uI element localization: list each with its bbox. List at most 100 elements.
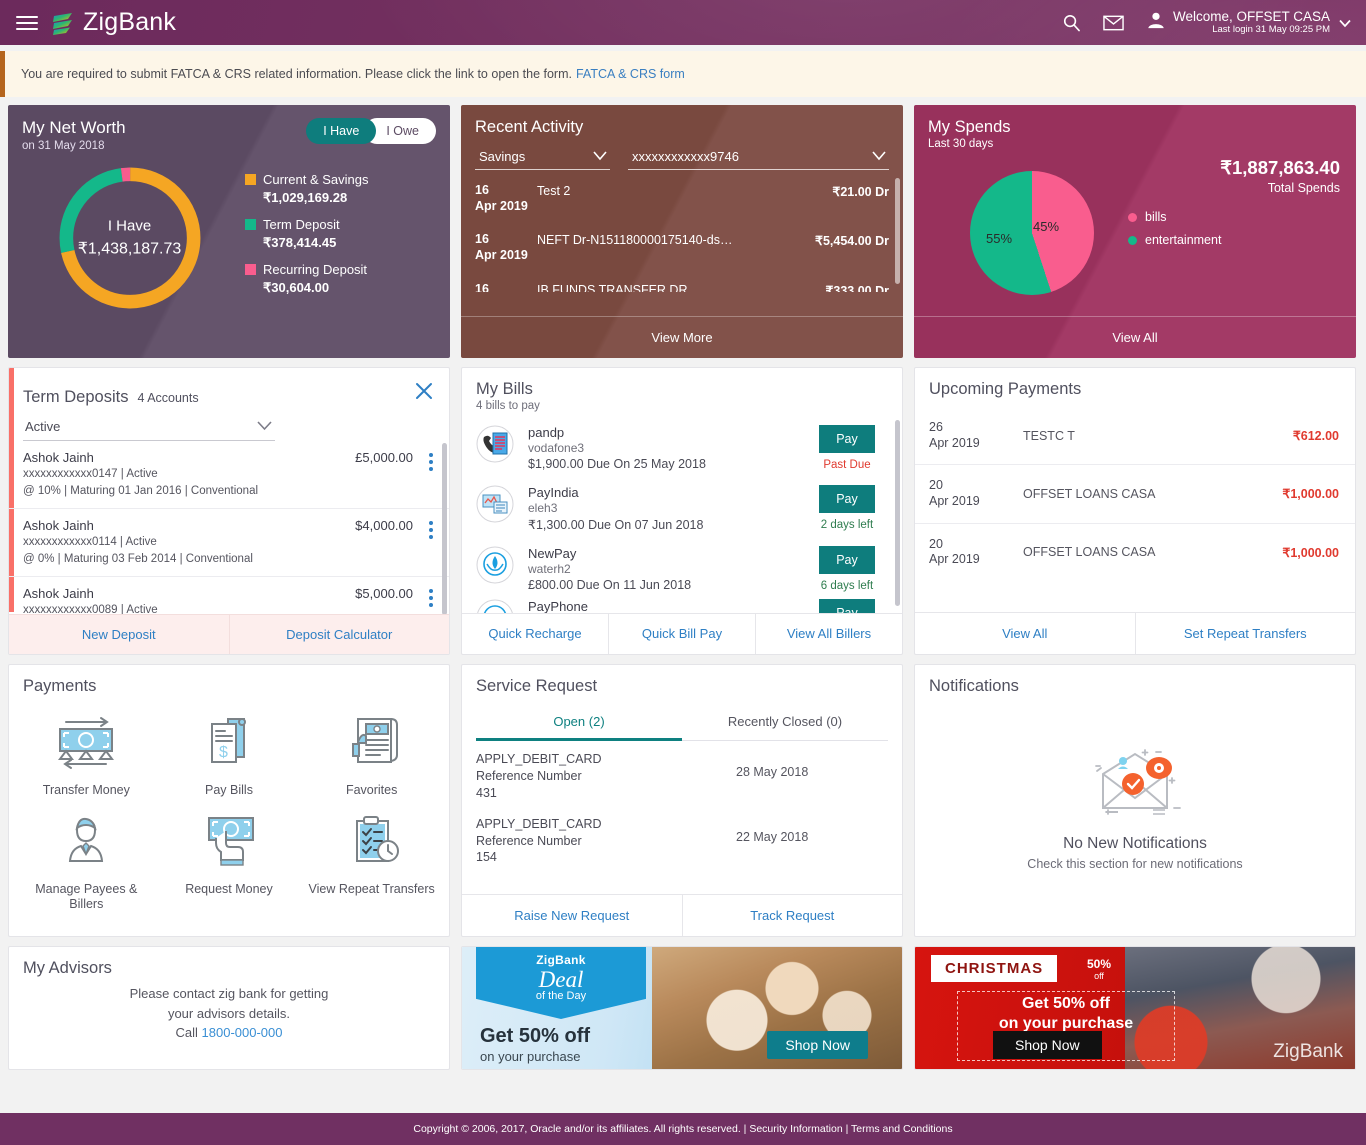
user-menu[interactable]: Welcome, OFFSET CASA Last login 31 May 0… xyxy=(1146,9,1352,36)
view-all-spends-button[interactable]: View All xyxy=(914,317,1356,358)
pay-bills-icon: $ xyxy=(193,718,265,776)
payments-icon-grid: Transfer Money $ Pay Bills Favorites Man… xyxy=(9,696,449,919)
my-spends-body: 45% 55% bills entertainment ₹1,887,863.4… xyxy=(914,150,1356,316)
payments-action-label: View Repeat Transfers xyxy=(308,881,435,896)
table-row[interactable]: 16 Apr 2019 NEFT Dr-N151180000175140-ds…… xyxy=(461,223,903,272)
deal-headline: Deal xyxy=(538,967,584,992)
table-row[interactable]: 16 Apr 2019 Test 2 ₹21.00 Dr xyxy=(461,174,903,223)
payment-payee: OFFSET LOANS CASA xyxy=(1023,545,1156,560)
table-row[interactable]: 26 Apr 2019 TESTC T ₹612.00 xyxy=(915,407,1355,466)
list-item[interactable]: Ashok Jainh xxxxxxxxxxxx0089 | Active @ … xyxy=(9,577,449,614)
recent-activity-footer: View More xyxy=(461,316,903,358)
legend-swatch-bills xyxy=(1128,212,1137,222)
account-type-select[interactable]: Savings xyxy=(475,145,610,170)
service-request-type: APPLY_DEBIT_CARD xyxy=(476,752,602,766)
list-item[interactable]: Ashok Jainh xxxxxxxxxxxx0114 | Active @ … xyxy=(9,509,449,578)
hamburger-menu-icon[interactable] xyxy=(16,15,38,30)
table-row[interactable]: 20 Apr 2019 OFFSET LOANS CASA ₹1,000.00 xyxy=(915,465,1355,524)
service-request-ref-label: Reference Number xyxy=(476,833,582,848)
payments-action-transfer-money[interactable]: Transfer Money xyxy=(15,706,158,805)
list-item[interactable]: NewPay waterh2 £800.00 Due On 11 Jun 201… xyxy=(462,539,902,599)
payments-action-favorites[interactable]: Favorites xyxy=(300,706,443,805)
view-more-button[interactable]: View More xyxy=(461,317,903,358)
bill-info: PayPhone xyxy=(528,599,808,613)
quick-recharge-button[interactable]: Quick Recharge xyxy=(462,614,608,654)
payments-action-pay-bills[interactable]: $ Pay Bills xyxy=(158,706,301,805)
table-row[interactable]: 16 Apr 2019 IB FUNDS TRANSFER DR ₹333.00… xyxy=(461,273,903,293)
list-item[interactable]: PayIndia eleh3 ₹1,300.00 Due On 07 Jun 2… xyxy=(462,478,902,539)
quick-bill-pay-button[interactable]: Quick Bill Pay xyxy=(608,613,755,654)
phone-bill-icon xyxy=(476,599,514,613)
scrollbar[interactable] xyxy=(895,420,900,606)
copyright-text: Copyright © 2006, 2017, Oracle and/or it… xyxy=(413,1123,953,1135)
deal-brand: ZigBank xyxy=(536,953,586,967)
new-deposit-button[interactable]: New Deposit xyxy=(9,615,229,654)
raise-new-request-button[interactable]: Raise New Request xyxy=(462,895,682,936)
brand-logo[interactable]: ZigBank xyxy=(50,8,176,37)
deposit-detail: @ 0% | Maturing 03 Feb 2014 | Convention… xyxy=(23,553,253,566)
list-item[interactable]: pandp vodafone3 $1,900.00 Due On 25 May … xyxy=(462,418,902,478)
table-row[interactable]: APPLY_DEBIT_CARD Reference Number 154 22… xyxy=(462,806,902,871)
biller-name: NewPay xyxy=(528,546,577,561)
account-number-select[interactable]: xxxxxxxxxxxx9746 xyxy=(628,145,889,170)
pay-button[interactable]: Pay xyxy=(819,425,875,453)
set-repeat-transfers-button[interactable]: Set Repeat Transfers xyxy=(1134,613,1356,654)
mail-icon[interactable] xyxy=(1103,15,1124,31)
pay-button[interactable]: Pay xyxy=(819,485,875,513)
service-request-list: APPLY_DEBIT_CARD Reference Number 431 28… xyxy=(462,741,902,870)
service-request-info: APPLY_DEBIT_CARD Reference Number 431 xyxy=(476,751,736,802)
payments-action-repeat-transfers[interactable]: View Repeat Transfers xyxy=(300,805,443,919)
notifications-widget: Notifications No New Notifications Check… xyxy=(914,664,1356,937)
view-all-payments-button[interactable]: View All xyxy=(915,613,1135,654)
my-spends-pie-chart: 45% 55% xyxy=(970,171,1094,296)
deposit-info: Ashok Jainh xxxxxxxxxxxx0147 | Active @ … xyxy=(23,450,355,499)
table-row[interactable]: 20 Apr 2019 OFFSET LOANS CASA ₹1,000.00 xyxy=(915,524,1355,581)
search-icon[interactable] xyxy=(1062,13,1081,32)
account-number-value: xxxxxxxxxxxx9746 xyxy=(632,149,739,164)
list-item[interactable]: PayPhone Pay xyxy=(462,599,902,613)
term-deposits-status-filter[interactable]: Active xyxy=(23,415,275,441)
recent-activity-header: Recent Activity Savings xxxxxxxxxxxx9746 xyxy=(461,105,903,170)
scrollbar[interactable] xyxy=(442,443,447,615)
row-menu-icon[interactable] xyxy=(429,586,433,614)
list-item[interactable]: Ashok Jainh xxxxxxxxxxxx0147 | Active @ … xyxy=(9,441,449,510)
tab-recently-closed[interactable]: Recently Closed (0) xyxy=(682,706,888,740)
deal-shop-now-button[interactable]: Shop Now xyxy=(767,1031,868,1059)
advisors-phone-link[interactable]: 1800-000-000 xyxy=(202,1025,283,1040)
term-deposits-title: Term Deposits xyxy=(23,388,129,406)
payments-action-manage-payees[interactable]: Manage Payees & Billers xyxy=(15,805,158,919)
legend-value: ₹378,414.45 xyxy=(263,234,337,250)
payments-action-request-money[interactable]: Request Money xyxy=(158,805,301,919)
fatca-crs-form-link[interactable]: FATCA & CRS form xyxy=(576,67,685,81)
row-menu-icon[interactable] xyxy=(429,450,433,499)
my-advisors-title: My Advisors xyxy=(23,959,112,977)
track-request-button[interactable]: Track Request xyxy=(681,895,903,936)
tab-open[interactable]: Open (2) xyxy=(476,706,682,741)
table-row[interactable]: APPLY_DEBIT_CARD Reference Number 431 28… xyxy=(462,741,902,806)
row-menu-icon[interactable] xyxy=(429,518,433,567)
service-request-info: APPLY_DEBIT_CARD Reference Number 154 xyxy=(476,816,736,867)
activity-monthyear: Apr 2019 xyxy=(475,247,528,262)
payment-amount: ₹1,000.00 xyxy=(1282,545,1339,560)
legend-item: Term Deposit ₹378,414.45 xyxy=(245,216,369,252)
scrollbar[interactable] xyxy=(895,178,900,284)
toggle-i-have[interactable]: I Have xyxy=(306,118,377,144)
pay-button[interactable]: Pay xyxy=(819,599,875,613)
close-icon[interactable] xyxy=(413,380,435,407)
view-all-billers-button[interactable]: View All Billers xyxy=(755,613,902,654)
my-spends-period: Last 30 days xyxy=(928,138,994,150)
deposit-account: xxxxxxxxxxxx0089 | Active xyxy=(23,604,158,615)
pay-button[interactable]: Pay xyxy=(819,546,875,574)
payment-payee: TESTC T xyxy=(1023,428,1075,443)
activity-description: Test 2 xyxy=(537,184,571,198)
my-advisors-message: Please contact zig bank for getting your… xyxy=(23,984,435,1043)
deposit-calculator-button[interactable]: Deposit Calculator xyxy=(228,615,450,654)
service-request-footer: Raise New Request Track Request xyxy=(462,894,902,936)
recent-activity-widget: Recent Activity Savings xxxxxxxxxxxx9746 xyxy=(461,105,903,358)
chevron-down-icon[interactable] xyxy=(1337,15,1352,30)
deposit-amount: $5,000.00 xyxy=(355,586,413,602)
christmas-shop-now-button[interactable]: Shop Now xyxy=(993,1031,1102,1059)
christmas-banner[interactable]: CHRISTMAS 50% off Get 50% off on your pu… xyxy=(914,946,1356,1070)
payment-day: 26 xyxy=(929,420,943,434)
deal-of-the-day-banner[interactable]: ZigBank Deal of the Day Get 50% off on y… xyxy=(461,946,903,1070)
